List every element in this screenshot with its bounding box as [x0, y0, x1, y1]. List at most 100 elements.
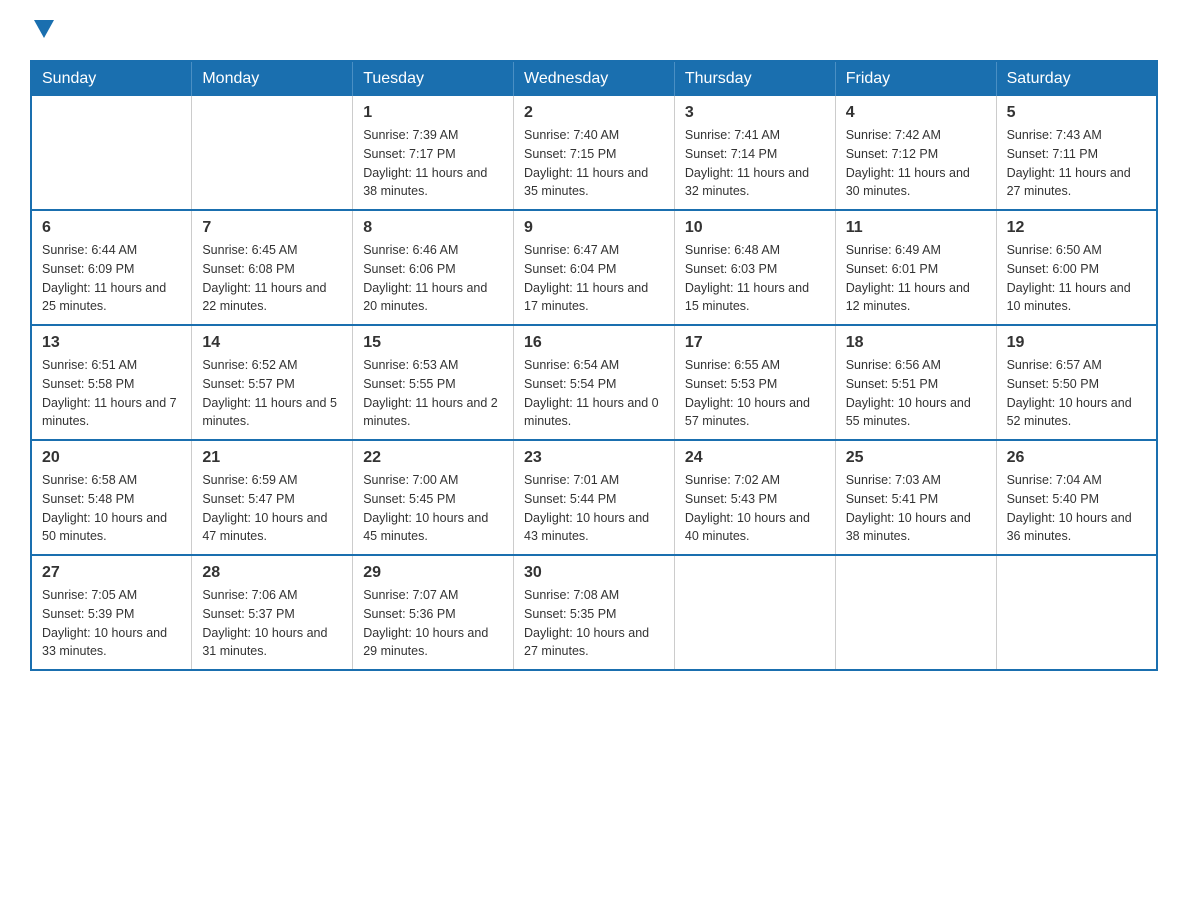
calendar-cell: 17 Sunrise: 6:55 AM Sunset: 5:53 PM Dayli… [674, 325, 835, 440]
day-info: Sunrise: 6:54 AM Sunset: 5:54 PM Dayligh… [524, 356, 664, 431]
day-info: Sunrise: 7:07 AM Sunset: 5:36 PM Dayligh… [363, 586, 503, 661]
day-info: Sunrise: 6:50 AM Sunset: 6:00 PM Dayligh… [1007, 241, 1146, 316]
day-number: 8 [363, 219, 503, 237]
day-info: Sunrise: 7:06 AM Sunset: 5:37 PM Dayligh… [202, 586, 342, 661]
day-info: Sunrise: 6:51 AM Sunset: 5:58 PM Dayligh… [42, 356, 181, 431]
day-number: 1 [363, 104, 503, 122]
calendar-week-row: 1Sunrise: 7:39 AM Sunset: 7:17 PM Daylig… [31, 96, 1157, 210]
day-info: Sunrise: 6:52 AM Sunset: 5:57 PM Dayligh… [202, 356, 342, 431]
calendar-cell: 10 Sunrise: 6:48 AM Sunset: 6:03 PM Dayli… [674, 210, 835, 325]
calendar-body: 1Sunrise: 7:39 AM Sunset: 7:17 PM Daylig… [31, 96, 1157, 670]
calendar-cell [31, 96, 192, 210]
day-info: Sunrise: 7:03 AM Sunset: 5:41 PM Dayligh… [846, 471, 986, 546]
page-header [30, 20, 1158, 40]
day-info: Sunrise: 6:49 AM Sunset: 6:01 PM Dayligh… [846, 241, 986, 316]
day-number: 15 [363, 334, 503, 352]
weekday-header-sunday: Sunday [31, 61, 192, 96]
calendar-cell: 29 Sunrise: 7:07 AM Sunset: 5:36 PM Dayli… [353, 555, 514, 670]
day-info: Sunrise: 6:58 AM Sunset: 5:48 PM Dayligh… [42, 471, 181, 546]
day-number: 22 [363, 449, 503, 467]
day-number: 23 [524, 449, 664, 467]
day-number: 13 [42, 334, 181, 352]
day-number: 27 [42, 564, 181, 582]
calendar-cell: 7 Sunrise: 6:45 AM Sunset: 6:08 PM Daylig… [192, 210, 353, 325]
day-info: Sunrise: 6:45 AM Sunset: 6:08 PM Dayligh… [202, 241, 342, 316]
day-info: Sunrise: 7:41 AM Sunset: 7:14 PM Dayligh… [685, 126, 825, 201]
day-number: 5 [1007, 104, 1146, 122]
day-info: Sunrise: 7:01 AM Sunset: 5:44 PM Dayligh… [524, 471, 664, 546]
calendar-cell: 21 Sunrise: 6:59 AM Sunset: 5:47 PM Dayli… [192, 440, 353, 555]
calendar-cell: 14 Sunrise: 6:52 AM Sunset: 5:57 PM Dayli… [192, 325, 353, 440]
day-info: Sunrise: 6:44 AM Sunset: 6:09 PM Dayligh… [42, 241, 181, 316]
day-number: 6 [42, 219, 181, 237]
calendar-header: SundayMondayTuesdayWednesdayThursdayFrid… [31, 61, 1157, 96]
day-info: Sunrise: 6:53 AM Sunset: 5:55 PM Dayligh… [363, 356, 503, 431]
calendar-cell: 16 Sunrise: 6:54 AM Sunset: 5:54 PM Dayli… [514, 325, 675, 440]
calendar-cell: 28 Sunrise: 7:06 AM Sunset: 5:37 PM Dayli… [192, 555, 353, 670]
weekday-header-monday: Monday [192, 61, 353, 96]
day-number: 14 [202, 334, 342, 352]
calendar-week-row: 6 Sunrise: 6:44 AM Sunset: 6:09 PM Daylig… [31, 210, 1157, 325]
calendar-cell [192, 96, 353, 210]
day-info: Sunrise: 7:42 AM Sunset: 7:12 PM Dayligh… [846, 126, 986, 201]
day-number: 19 [1007, 334, 1146, 352]
day-number: 17 [685, 334, 825, 352]
day-number: 9 [524, 219, 664, 237]
calendar-cell [996, 555, 1157, 670]
calendar-week-row: 27 Sunrise: 7:05 AM Sunset: 5:39 PM Dayli… [31, 555, 1157, 670]
day-number: 16 [524, 334, 664, 352]
calendar-cell [674, 555, 835, 670]
day-info: Sunrise: 7:08 AM Sunset: 5:35 PM Dayligh… [524, 586, 664, 661]
day-info: Sunrise: 6:46 AM Sunset: 6:06 PM Dayligh… [363, 241, 503, 316]
calendar-cell: 8 Sunrise: 6:46 AM Sunset: 6:06 PM Daylig… [353, 210, 514, 325]
calendar-week-row: 20 Sunrise: 6:58 AM Sunset: 5:48 PM Dayli… [31, 440, 1157, 555]
day-info: Sunrise: 6:55 AM Sunset: 5:53 PM Dayligh… [685, 356, 825, 431]
day-number: 10 [685, 219, 825, 237]
calendar-cell: 23 Sunrise: 7:01 AM Sunset: 5:44 PM Dayli… [514, 440, 675, 555]
calendar-table: SundayMondayTuesdayWednesdayThursdayFrid… [30, 60, 1158, 671]
calendar-cell: 30 Sunrise: 7:08 AM Sunset: 5:35 PM Dayli… [514, 555, 675, 670]
weekday-header-wednesday: Wednesday [514, 61, 675, 96]
day-number: 3 [685, 104, 825, 122]
day-info: Sunrise: 7:43 AM Sunset: 7:11 PM Dayligh… [1007, 126, 1146, 201]
calendar-cell: 3 Sunrise: 7:41 AM Sunset: 7:14 PM Daylig… [674, 96, 835, 210]
day-number: 4 [846, 104, 986, 122]
calendar-cell: 18 Sunrise: 6:56 AM Sunset: 5:51 PM Dayli… [835, 325, 996, 440]
weekday-header-tuesday: Tuesday [353, 61, 514, 96]
calendar-cell: 5 Sunrise: 7:43 AM Sunset: 7:11 PM Daylig… [996, 96, 1157, 210]
calendar-cell: 25 Sunrise: 7:03 AM Sunset: 5:41 PM Dayli… [835, 440, 996, 555]
calendar-cell: 15 Sunrise: 6:53 AM Sunset: 5:55 PM Dayli… [353, 325, 514, 440]
calendar-cell: 26 Sunrise: 7:04 AM Sunset: 5:40 PM Dayli… [996, 440, 1157, 555]
calendar-cell [835, 555, 996, 670]
day-number: 21 [202, 449, 342, 467]
weekday-header-row: SundayMondayTuesdayWednesdayThursdayFrid… [31, 61, 1157, 96]
day-info: Sunrise: 7:00 AM Sunset: 5:45 PM Dayligh… [363, 471, 503, 546]
day-number: 28 [202, 564, 342, 582]
day-info: Sunrise: 7:05 AM Sunset: 5:39 PM Dayligh… [42, 586, 181, 661]
day-number: 20 [42, 449, 181, 467]
day-number: 18 [846, 334, 986, 352]
logo-triangle-icon [34, 20, 54, 38]
day-number: 29 [363, 564, 503, 582]
weekday-header-thursday: Thursday [674, 61, 835, 96]
day-info: Sunrise: 7:02 AM Sunset: 5:43 PM Dayligh… [685, 471, 825, 546]
day-number: 30 [524, 564, 664, 582]
calendar-cell: 13 Sunrise: 6:51 AM Sunset: 5:58 PM Dayli… [31, 325, 192, 440]
calendar-cell: 1Sunrise: 7:39 AM Sunset: 7:17 PM Daylig… [353, 96, 514, 210]
calendar-cell: 22 Sunrise: 7:00 AM Sunset: 5:45 PM Dayli… [353, 440, 514, 555]
day-number: 26 [1007, 449, 1146, 467]
calendar-cell: 4 Sunrise: 7:42 AM Sunset: 7:12 PM Daylig… [835, 96, 996, 210]
logo [30, 20, 54, 40]
day-info: Sunrise: 6:57 AM Sunset: 5:50 PM Dayligh… [1007, 356, 1146, 431]
day-info: Sunrise: 6:56 AM Sunset: 5:51 PM Dayligh… [846, 356, 986, 431]
day-number: 11 [846, 219, 986, 237]
day-info: Sunrise: 6:48 AM Sunset: 6:03 PM Dayligh… [685, 241, 825, 316]
calendar-cell: 9Sunrise: 6:47 AM Sunset: 6:04 PM Daylig… [514, 210, 675, 325]
day-number: 7 [202, 219, 342, 237]
calendar-week-row: 13 Sunrise: 6:51 AM Sunset: 5:58 PM Dayli… [31, 325, 1157, 440]
day-number: 25 [846, 449, 986, 467]
day-info: Sunrise: 6:59 AM Sunset: 5:47 PM Dayligh… [202, 471, 342, 546]
day-number: 24 [685, 449, 825, 467]
calendar-cell: 6 Sunrise: 6:44 AM Sunset: 6:09 PM Daylig… [31, 210, 192, 325]
day-info: Sunrise: 7:04 AM Sunset: 5:40 PM Dayligh… [1007, 471, 1146, 546]
